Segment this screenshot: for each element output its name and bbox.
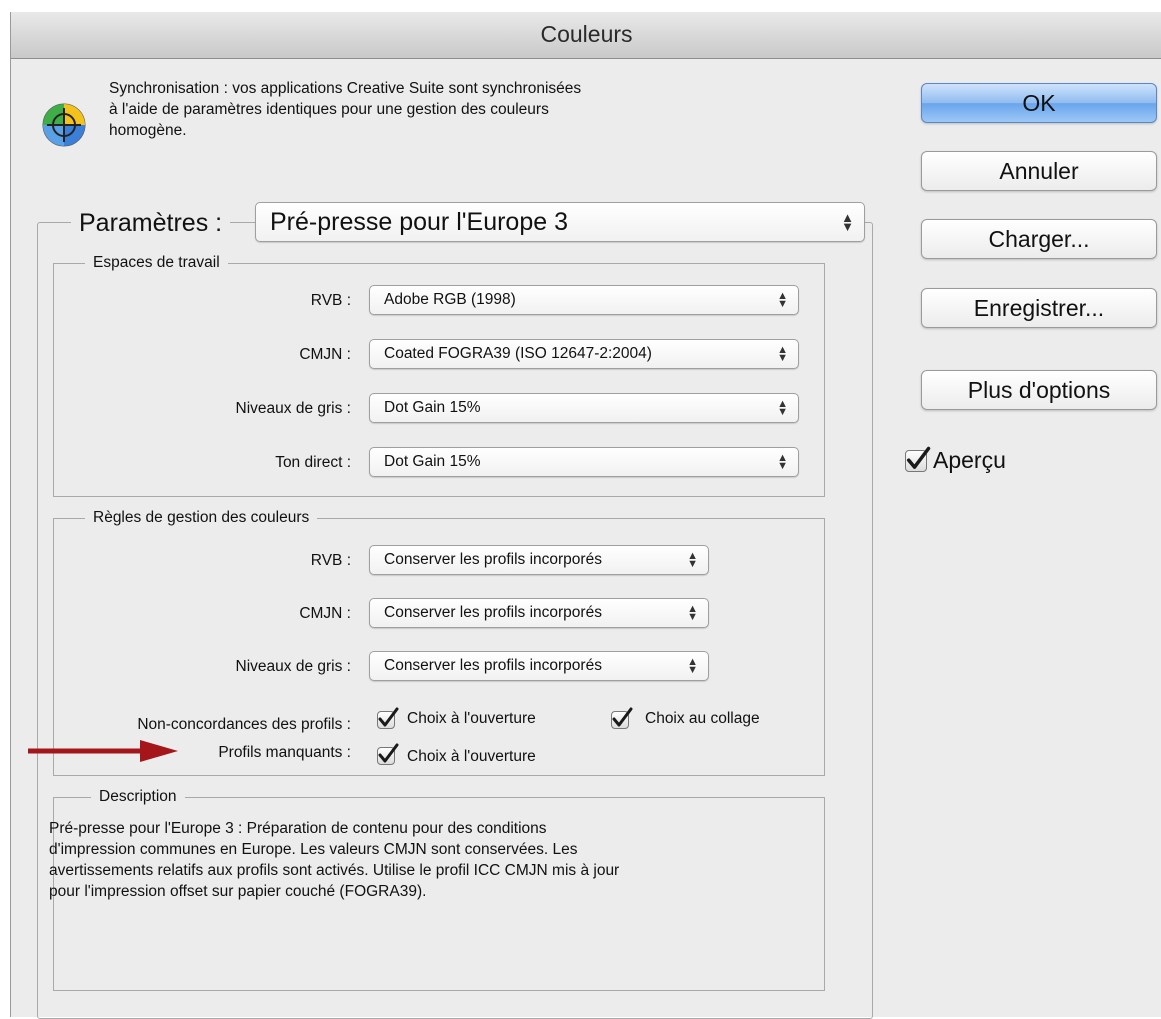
ws-spot-value: Dot Gain 15% — [384, 453, 481, 470]
policies-legend: Règles de gestion des couleurs — [85, 508, 318, 528]
pol-cmyk-value: Conserver les profils incorporés — [384, 604, 602, 621]
ws-rgb-label: RVB : — [310, 292, 351, 309]
more-options-button[interactable]: Plus d'options — [921, 370, 1157, 410]
settings-preset-select[interactable]: Pré-presse pour l'Europe 3 ▲ ▼ — [255, 202, 865, 242]
select-arrows-icon: ▲ ▼ — [777, 398, 788, 418]
missing-open-label: Choix à l'ouverture — [407, 748, 536, 765]
color-wheel-icon — [42, 103, 86, 147]
ws-gray-select[interactable]: Dot Gain 15% ▲ ▼ — [369, 393, 799, 423]
select-arrows-icon: ▲ ▼ — [687, 656, 698, 676]
select-arrows-icon: ▲ ▼ — [841, 210, 854, 234]
select-arrows-icon: ▲ ▼ — [687, 603, 698, 623]
load-button[interactable]: Charger... — [921, 219, 1157, 259]
ws-cmyk-value: Coated FOGRA39 (ISO 12647-2:2004) — [384, 345, 652, 362]
ws-rgb-select[interactable]: Adobe RGB (1998) ▲ ▼ — [369, 285, 799, 315]
checkmark-icon — [612, 707, 633, 727]
description-line: avertissements relatifs aux profils sont… — [49, 862, 620, 879]
description-line: d'impression communes en Europe. Les val… — [49, 841, 578, 858]
checkmark-icon — [378, 743, 399, 763]
ws-gray-label: Niveaux de gris : — [235, 400, 351, 417]
description-legend: Description — [91, 787, 185, 807]
checkmark-icon — [378, 707, 399, 727]
ws-rgb-value: Adobe RGB (1998) — [384, 291, 516, 308]
ws-cmyk-label: CMJN : — [299, 346, 351, 363]
cancel-button[interactable]: Annuler — [921, 151, 1157, 191]
settings-label: Paramètres : — [71, 204, 231, 242]
description-line: Pré-presse pour l'Europe 3 : Préparation… — [49, 820, 547, 837]
pol-rgb-label: RVB : — [310, 552, 351, 569]
preview-label: Aperçu — [933, 447, 1006, 473]
info-line: homogène. — [109, 122, 187, 139]
pol-rgb-select[interactable]: Conserver les profils incorporés ▲ ▼ — [369, 545, 709, 575]
mismatch-open-label: Choix à l'ouverture — [407, 710, 536, 727]
working-spaces-legend: Espaces de travail — [85, 253, 228, 273]
pol-gray-value: Conserver les profils incorporés — [384, 657, 602, 674]
pol-rgb-value: Conserver les profils incorporés — [384, 551, 602, 568]
mismatch-paste-label: Choix au collage — [645, 710, 760, 727]
ok-button[interactable]: OK — [921, 83, 1157, 123]
pol-cmyk-label: CMJN : — [299, 605, 351, 622]
color-settings-dialog: Couleurs Synchronisation : vos applicati… — [10, 12, 1161, 1019]
pol-cmyk-select[interactable]: Conserver les profils incorporés ▲ ▼ — [369, 598, 709, 628]
sync-info-text: Synchronisation : vos applications Creat… — [109, 78, 729, 141]
pol-gray-select[interactable]: Conserver les profils incorporés ▲ ▼ — [369, 651, 709, 681]
ws-cmyk-select[interactable]: Coated FOGRA39 (ISO 12647-2:2004) ▲ ▼ — [369, 339, 799, 369]
select-arrows-icon: ▲ ▼ — [777, 290, 788, 310]
settings-preset-value: Pré-presse pour l'Europe 3 — [270, 208, 568, 236]
select-arrows-icon: ▲ ▼ — [777, 452, 788, 472]
mismatch-open-checkbox[interactable] — [377, 707, 399, 729]
preview-checkbox[interactable] — [905, 446, 931, 472]
info-line: Synchronisation : vos applications Creat… — [109, 80, 582, 97]
pol-gray-label: Niveaux de gris : — [235, 658, 351, 675]
info-line: à l'aide de paramètres identiques pour u… — [109, 101, 549, 118]
checkmark-icon — [906, 446, 931, 469]
mismatch-label: Non-concordances des profils : — [137, 716, 351, 733]
ws-gray-value: Dot Gain 15% — [384, 399, 481, 416]
ws-spot-select[interactable]: Dot Gain 15% ▲ ▼ — [369, 447, 799, 477]
select-arrows-icon: ▲ ▼ — [777, 344, 788, 364]
description-line: pour l'impression offset sur papier couc… — [49, 883, 427, 900]
mismatch-paste-checkbox[interactable] — [611, 707, 633, 729]
window-title: Couleurs — [11, 12, 1161, 59]
annotation-arrow-icon — [28, 740, 178, 762]
select-arrows-icon: ▲ ▼ — [687, 550, 698, 570]
ws-spot-label: Ton direct : — [275, 454, 351, 471]
description-text: Pré-presse pour l'Europe 3 : Préparation… — [49, 818, 829, 902]
missing-open-checkbox[interactable] — [377, 743, 399, 765]
save-button[interactable]: Enregistrer... — [921, 288, 1157, 328]
